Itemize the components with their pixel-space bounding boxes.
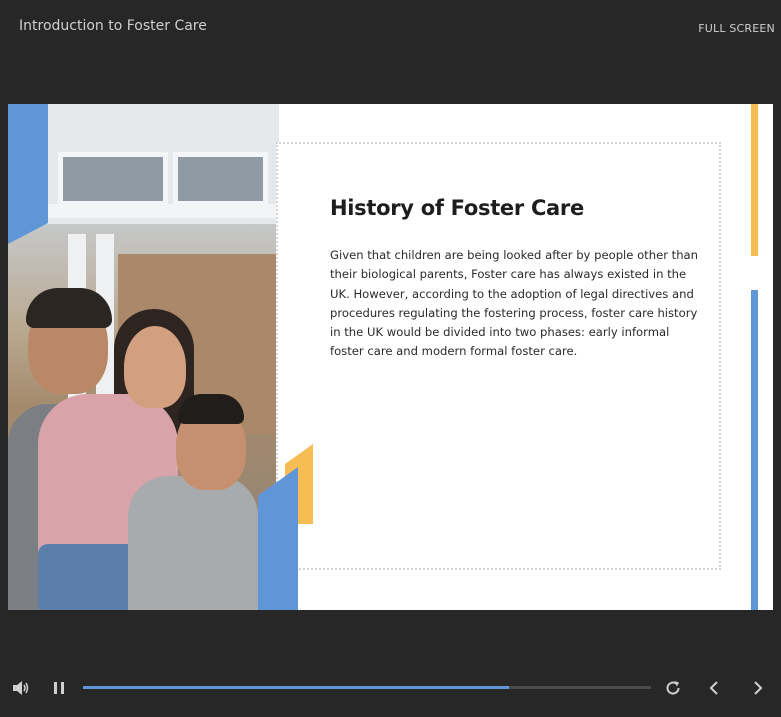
top-bar: Introduction to Foster Care FULL SCREEN — [0, 0, 781, 60]
chevron-left-icon[interactable] — [704, 678, 724, 698]
slide-body-text: Given that children are being looked aft… — [330, 248, 699, 359]
photo-girl-head — [124, 326, 186, 408]
volume-icon[interactable] — [12, 680, 30, 696]
decor-blue-bar — [751, 290, 758, 610]
fullscreen-button[interactable]: FULL SCREEN — [698, 22, 775, 35]
player-controls — [0, 668, 781, 708]
photo-father-hair — [26, 288, 112, 328]
photo-boy-hair — [178, 394, 244, 424]
decor-yellow-bar — [751, 104, 758, 256]
chevron-right-icon[interactable] — [748, 678, 768, 698]
slide-title: History of Foster Care — [330, 196, 584, 220]
photo-window — [173, 152, 268, 206]
photo-window — [58, 152, 168, 206]
family-photo — [8, 104, 279, 610]
photo-roofline — [8, 204, 279, 218]
pause-icon[interactable] — [50, 680, 68, 696]
progress-fill — [83, 686, 509, 689]
course-title: Introduction to Foster Care — [19, 18, 207, 34]
slide: History of Foster Care Given that childr… — [8, 104, 773, 610]
progress-bar[interactable] — [83, 686, 651, 689]
replay-icon[interactable] — [663, 678, 683, 698]
decor-blue-shape-top — [8, 104, 48, 244]
photo-boy-body — [128, 476, 258, 610]
